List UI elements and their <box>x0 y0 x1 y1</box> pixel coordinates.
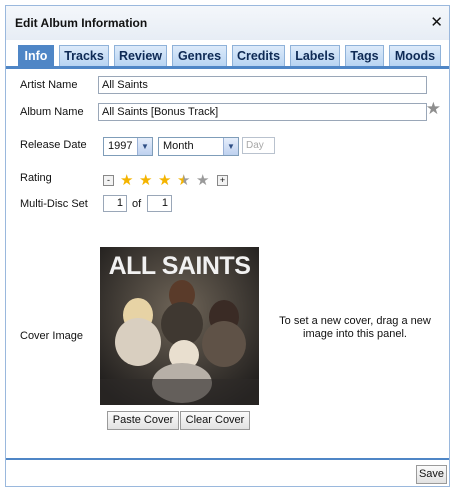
edit-album-dialog: Edit Album Information ✕ Info Tracks Rev… <box>5 5 450 487</box>
rating-increase-button[interactable]: + <box>217 175 228 186</box>
rating-star-icon[interactable]: ★ <box>196 173 209 189</box>
dialog-titlebar: Edit Album Information ✕ <box>6 6 449 41</box>
multi-disc-label: Multi-Disc Set <box>20 198 88 210</box>
tab-credits[interactable]: Credits <box>232 45 285 66</box>
close-icon[interactable]: ✕ <box>430 13 443 31</box>
rating-star-icon[interactable]: ★ <box>177 173 190 189</box>
clear-cover-button[interactable]: Clear Cover <box>180 411 250 430</box>
release-date-label: Release Date <box>20 139 87 151</box>
paste-cover-button[interactable]: Paste Cover <box>107 411 179 430</box>
tab-bar: Info Tracks Review Genres Credits Labels… <box>6 40 449 69</box>
tab-tags[interactable]: Tags <box>345 45 384 66</box>
favorite-star-icon[interactable]: ★ <box>426 99 441 119</box>
chevron-down-icon: ▼ <box>223 138 238 155</box>
dialog-title: Edit Album Information <box>15 16 148 30</box>
tab-labels[interactable]: Labels <box>290 45 340 66</box>
album-name-input[interactable]: All Saints [Bonus Track] <box>98 103 427 121</box>
album-cover-image: ALL SAINTS <box>100 247 259 405</box>
release-day-input[interactable]: Day <box>242 137 275 154</box>
disc-number-input[interactable]: 1 <box>103 195 127 212</box>
release-month-select[interactable]: Month ▼ <box>158 137 239 156</box>
footer-divider <box>6 458 449 460</box>
album-name-label: Album Name <box>20 106 84 118</box>
chevron-down-icon: ▼ <box>137 138 152 155</box>
tab-info[interactable]: Info <box>18 45 54 66</box>
artist-name-label: Artist Name <box>20 79 78 91</box>
disc-of-label: of <box>132 198 142 210</box>
rating-star-icon[interactable]: ★ <box>139 173 152 189</box>
disc-total-input[interactable]: 1 <box>147 195 172 212</box>
release-year-value: 1997 <box>108 140 133 152</box>
rating-star-icon[interactable]: ★ <box>158 173 171 189</box>
cover-art-title: ALL SAINTS <box>109 252 251 280</box>
tab-genres[interactable]: Genres <box>172 45 227 66</box>
rating-star-icon[interactable]: ★ <box>120 173 133 189</box>
rating-label: Rating <box>20 172 52 184</box>
cover-hint-text: To set a new cover, drag a new image int… <box>279 315 431 340</box>
artist-name-input[interactable]: All Saints <box>98 76 427 94</box>
tab-tracks[interactable]: Tracks <box>59 45 109 66</box>
tab-moods[interactable]: Moods <box>389 45 441 66</box>
save-button[interactable]: Save <box>416 465 447 484</box>
tab-review[interactable]: Review <box>114 45 167 66</box>
release-year-select[interactable]: 1997 ▼ <box>103 137 153 156</box>
release-month-value: Month <box>163 140 194 152</box>
cover-image-label: Cover Image <box>20 330 83 342</box>
rating-decrease-button[interactable]: - <box>103 175 114 186</box>
